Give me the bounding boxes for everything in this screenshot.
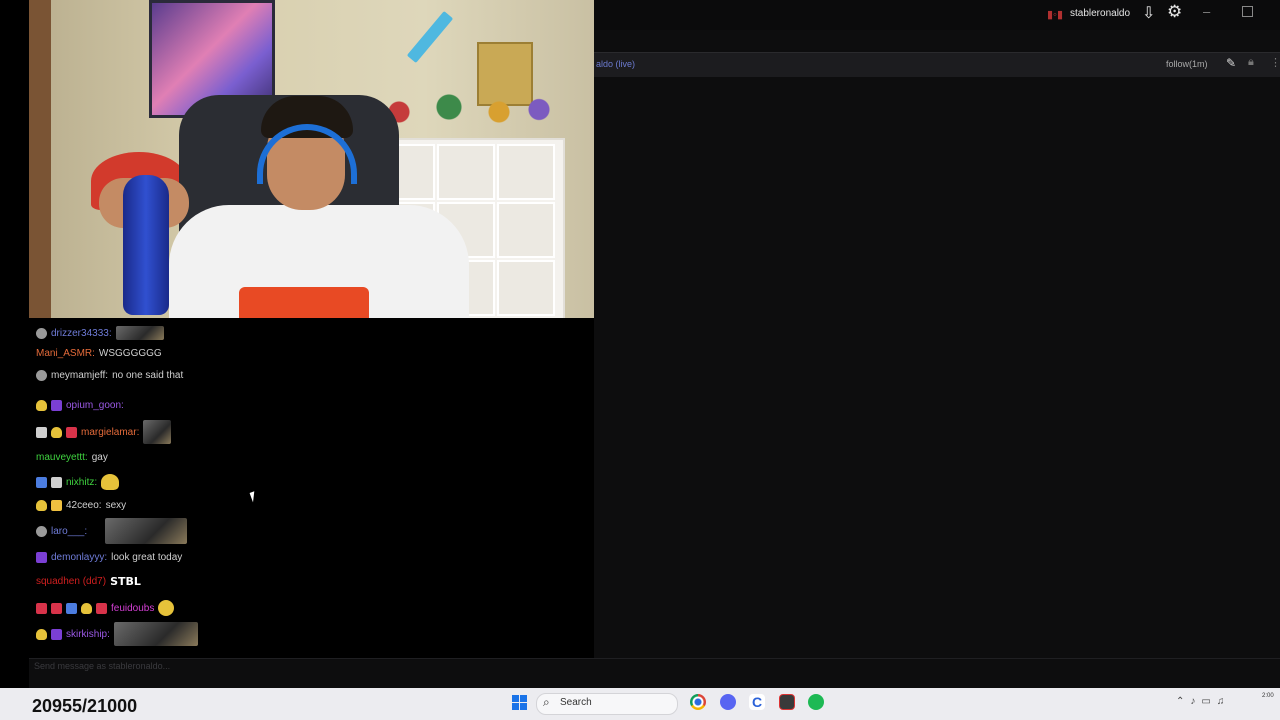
chat-username[interactable]: skirkiship: — [66, 629, 110, 640]
chat-message: feuidoubs — [36, 600, 175, 616]
chat-username[interactable]: feuidoubs — [111, 603, 154, 614]
emote-image — [113, 622, 198, 646]
chat-message: laro___: — [36, 518, 188, 544]
vip-badge-icon — [66, 426, 77, 438]
chat-message: mauveyettt: gay — [36, 452, 108, 463]
recorder-icon[interactable] — [779, 694, 795, 710]
taskbar-clock[interactable]: 2:00 — [1262, 692, 1274, 700]
discord-icon[interactable] — [720, 694, 736, 710]
system-tray-icons[interactable]: ⌃♪▭♫ — [1176, 696, 1230, 707]
user-badge-icon — [36, 525, 47, 537]
user-badge-icon — [36, 327, 47, 339]
webcam-blue-bottle — [123, 175, 169, 315]
emote-image — [115, 326, 164, 340]
chat-message: squadhen (dd7) STBL — [36, 575, 141, 588]
chat-message-text: no one said that — [112, 370, 184, 381]
chat-message: nixhitz: — [36, 474, 120, 490]
c-app-icon[interactable]: C — [749, 694, 765, 710]
chat-message: margielamar: — [36, 420, 172, 444]
chat-username[interactable]: laro___: — [51, 526, 87, 537]
chat-username[interactable]: demonlayyy: — [51, 552, 107, 563]
prime-badge-icon — [51, 400, 62, 411]
chat-message: skirkiship: — [36, 622, 198, 646]
account-username[interactable]: stableronaldo — [1070, 8, 1130, 19]
lock-badge-icon — [36, 426, 47, 438]
pencil-icon[interactable]: ✎ — [1226, 56, 1236, 70]
more-icon[interactable]: ⋮ — [1270, 56, 1280, 69]
taskbar-search-box[interactable] — [536, 693, 678, 715]
prime-badge-icon — [36, 552, 47, 563]
crown-badge-icon — [81, 602, 92, 614]
minimize-button[interactable]: – — [1203, 4, 1210, 19]
subscriber-badge-icon — [51, 426, 62, 438]
subscriber-badge-icon — [36, 628, 47, 640]
chat-username[interactable]: drizzer34333: — [51, 328, 112, 339]
download-icon[interactable]: ⇩ — [1142, 3, 1155, 23]
pizza-emote-icon — [101, 474, 120, 490]
tab-channel[interactable]: aldo (live) — [596, 59, 635, 69]
laughing-emote-icon — [158, 600, 175, 616]
subscriber-badge-icon — [36, 400, 47, 411]
chat-input-placeholder[interactable]: Send message as stableronaldo... — [34, 661, 170, 671]
webcam-shirt-logo — [239, 287, 369, 318]
chat-message: Mani_ASMR: WSGGGGGG — [36, 348, 162, 359]
chat-username[interactable]: nixhitz: — [66, 477, 97, 488]
chat-username[interactable]: squadhen (dd7) — [36, 576, 106, 587]
webcam-video — [29, 0, 594, 318]
chat-message: 42ceeo: sexy — [36, 500, 126, 511]
emote-image — [105, 518, 188, 544]
search-icon[interactable]: ⌕ — [543, 695, 550, 710]
bits-badge-icon — [51, 500, 62, 511]
chat-input-bar[interactable] — [29, 658, 1280, 677]
chat-username[interactable]: opium_goon: — [66, 400, 124, 411]
chat-message: meymamjeff: no one said that — [36, 370, 183, 381]
chrome-icon[interactable] — [690, 694, 706, 710]
prime-badge-icon — [51, 628, 62, 640]
lock-badge-icon — [36, 602, 47, 614]
chat-username[interactable]: 42ceeo: — [66, 500, 102, 511]
lock-icon[interactable]: 🔒︎ — [1248, 56, 1254, 69]
windows-start-icon[interactable] — [512, 695, 527, 710]
chat-message: drizzer34333: — [36, 326, 164, 340]
chat-message-text: sexy — [105, 500, 127, 511]
follow-mode-label[interactable]: follow(1m) — [1166, 59, 1208, 69]
chat-username[interactable]: Mani_ASMR: — [36, 348, 95, 359]
chat-message: opium_goon: — [36, 400, 124, 411]
chat-message-text: gay — [91, 452, 108, 463]
lock-badge-icon — [36, 476, 47, 488]
subscriber-badge-icon — [36, 500, 47, 511]
left-border — [0, 0, 29, 720]
chat-message-text: look great today — [111, 552, 183, 563]
verified-badge-icon — [51, 476, 62, 488]
goal-counter: 20955/21000 — [32, 696, 138, 716]
maximize-button[interactable] — [1242, 6, 1253, 17]
hype-badge-icon — [51, 602, 62, 614]
chat-message: demonlayyy: look great today — [36, 552, 182, 563]
live-indicator-icon: ▮◦▮ — [1047, 9, 1064, 21]
webcam-door — [29, 0, 51, 318]
chat-message-text: WSGGGGGG — [98, 348, 162, 359]
vip-badge-icon — [96, 602, 107, 614]
spotify-icon[interactable] — [808, 694, 824, 710]
chat-message-text: STBL — [110, 575, 141, 588]
chat-username[interactable]: mauveyettt: — [36, 452, 88, 463]
user-badge-icon — [36, 370, 47, 381]
chat-username[interactable]: meymamjeff: — [51, 370, 108, 381]
gear-icon[interactable]: ⚙ — [1167, 2, 1182, 22]
c-badge-icon — [66, 602, 77, 614]
chat-username[interactable]: margielamar: — [81, 427, 139, 438]
emote-image — [143, 420, 172, 444]
taskbar-search-label[interactable]: Search — [560, 697, 592, 708]
